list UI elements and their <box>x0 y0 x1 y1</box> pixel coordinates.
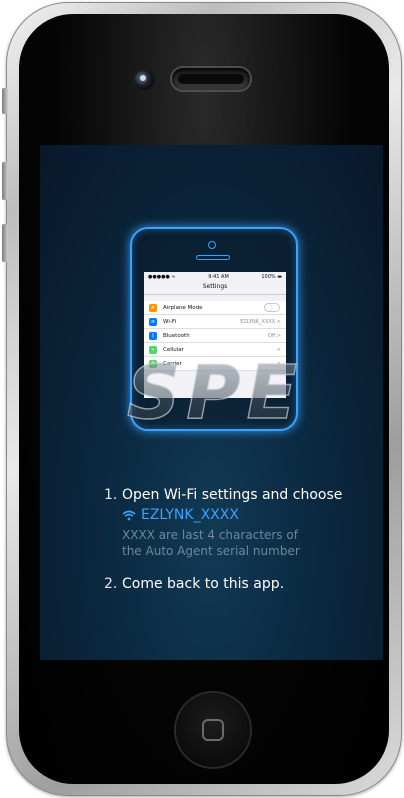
settings-row-label: Bluetooth <box>163 332 190 339</box>
spe-logo: SPE <box>126 358 303 428</box>
airplane-toggle <box>264 303 280 312</box>
step-2-text: Come back to this app. <box>122 576 285 592</box>
settings-row-bluetooth: ᛒ Bluetooth Off > <box>144 329 286 343</box>
bluetooth-icon: ᛒ <box>149 331 157 340</box>
step-1-text: Open Wi-Fi settings and choose <box>122 487 343 503</box>
serial-hint-line-2: the Auto Agent serial number <box>122 544 300 558</box>
instructions: 1. Open Wi-Fi settings and choose EZLYNK… <box>104 485 364 594</box>
wifi-icon <box>122 510 136 520</box>
settings-title: Settings <box>144 281 286 295</box>
status-time: 9:41 AM <box>208 273 229 280</box>
home-square-icon <box>202 719 224 741</box>
status-bar: ●●●●● ≈ 9:41 AM 100% ▬ <box>144 272 286 281</box>
mute-switch <box>2 88 8 114</box>
volume-down-button <box>2 224 8 262</box>
illustration-camera-icon <box>208 241 216 249</box>
cellular-icon: ⌁ <box>149 345 157 354</box>
settings-row-label: Cellular <box>163 346 184 353</box>
settings-row-label: Airplane Mode <box>163 304 203 311</box>
spe-logo-text: SPE <box>127 358 303 428</box>
app-screen: ●●●●● ≈ 9:41 AM 100% ▬ Settings ✈ Airpla… <box>40 145 383 660</box>
step-2-number: 2. <box>104 576 118 592</box>
settings-row-label: Wi-Fi <box>163 318 177 325</box>
home-button[interactable] <box>176 693 250 767</box>
settings-row-cellular: ⌁ Cellular > <box>144 343 286 357</box>
carrier-signal: ●●●●● ≈ <box>148 273 176 280</box>
illustration-speaker-icon <box>196 255 230 260</box>
step-1-number: 1. <box>104 487 118 503</box>
settings-row-wifi: ≋ Wi-Fi EZLYNK_XXXX > <box>144 315 286 329</box>
volume-up-button <box>2 162 8 200</box>
wifi-icon: ≋ <box>149 317 157 326</box>
step-2: 2. Come back to this app. <box>104 574 364 594</box>
settings-row-airplane: ✈ Airplane Mode <box>144 301 286 315</box>
wifi-ssid: EZLYNK_XXXX <box>141 507 239 523</box>
serial-hint: XXXX are last 4 characters of the Auto A… <box>122 527 364 559</box>
settings-row-value: EZLYNK_XXXX > <box>240 318 281 325</box>
settings-row-value: > <box>276 346 281 353</box>
settings-row-value: Off > <box>267 332 281 339</box>
front-camera-icon <box>134 70 154 90</box>
battery-status: 100% ▬ <box>261 273 282 280</box>
airplane-icon: ✈ <box>149 303 157 312</box>
earpiece-speaker <box>172 68 250 90</box>
step-1: 1. Open Wi-Fi settings and choose <box>104 485 364 505</box>
serial-hint-line-1: XXXX are last 4 characters of <box>122 528 298 542</box>
wifi-network-name: EZLYNK_XXXX <box>122 507 364 523</box>
